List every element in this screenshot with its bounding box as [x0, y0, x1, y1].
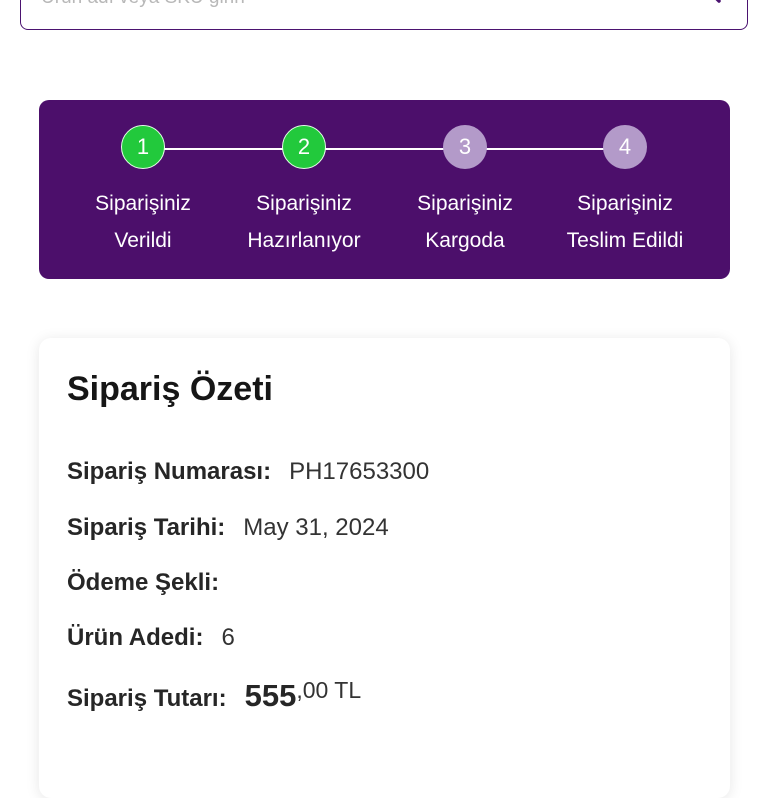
step-label: Siparişiniz Teslim Edildi: [566, 192, 684, 252]
item-count-label: Ürün Adedi:: [67, 624, 204, 651]
order-total-integer: 555: [244, 678, 297, 713]
order-date-value: May 31, 2024: [243, 514, 389, 541]
step-circle: 3: [443, 125, 487, 169]
order-date-row: Sipariş Tarihi: May 31, 2024: [67, 514, 389, 542]
step-preparing: 2 Siparişiniz Hazırlanıyor: [224, 125, 384, 259]
order-status-tracker: 1 Siparişiniz Verildi 2 Siparişiniz Hazı…: [39, 100, 730, 279]
search-placeholder: Ürün adı veya SKU girin: [41, 0, 245, 9]
search-icon[interactable]: [681, 0, 725, 13]
item-count-value: 6: [221, 624, 235, 651]
order-number-value: PH17653300: [289, 458, 430, 485]
order-total-decimal: ,00 TL: [296, 677, 362, 703]
order-summary-card: Sipariş Özeti Sipariş Numarası: PH1765330…: [39, 338, 730, 798]
search-input[interactable]: Ürün adı veya SKU girin: [20, 0, 748, 30]
payment-method-label: Ödeme Şekli:: [67, 569, 220, 596]
payment-method-row: Ödeme Şekli:: [67, 569, 237, 597]
step-label: Siparişiniz Hazırlanıyor: [247, 192, 361, 252]
item-count-row: Ürün Adedi: 6: [67, 624, 235, 652]
order-total-row: Sipariş Tutarı: 555,00 TL: [67, 677, 362, 714]
step-label: Siparişiniz Kargoda: [417, 192, 513, 252]
step-label: Siparişiniz Verildi: [95, 192, 191, 252]
card-title: Sipariş Özeti: [67, 370, 273, 408]
order-number-row: Sipariş Numarası: PH17653300: [67, 458, 429, 486]
step-shipped: 3 Siparişiniz Kargoda: [385, 125, 545, 259]
step-circle: 4: [603, 125, 647, 169]
order-date-label: Sipariş Tarihi:: [67, 514, 226, 541]
step-delivered: 4 Siparişiniz Teslim Edildi: [545, 125, 705, 259]
step-circle: 2: [282, 125, 326, 169]
order-number-label: Sipariş Numarası:: [67, 458, 272, 485]
step-ordered: 1 Siparişiniz Verildi: [63, 125, 223, 259]
step-circle: 1: [121, 125, 165, 169]
order-total-label: Sipariş Tutarı:: [67, 685, 227, 712]
